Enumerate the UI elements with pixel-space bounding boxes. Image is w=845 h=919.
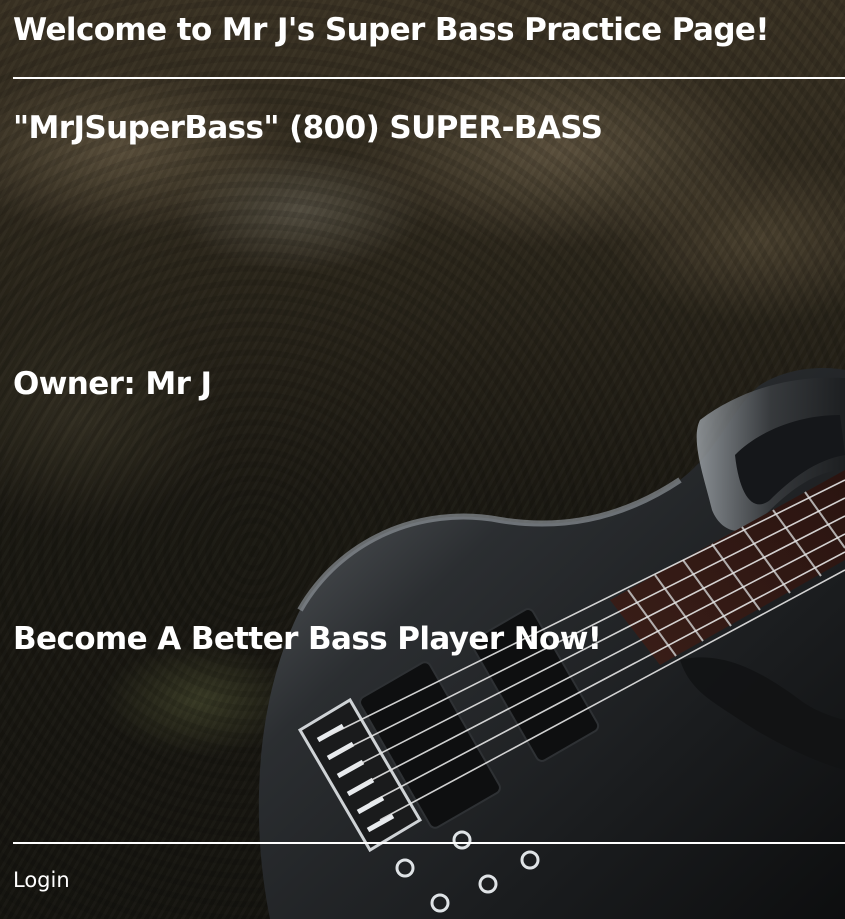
owner-line: Owner: Mr J bbox=[13, 366, 212, 402]
page-title: Welcome to Mr J's Super Bass Practice Pa… bbox=[13, 12, 769, 48]
tagline: Become A Better Bass Player Now! bbox=[13, 621, 602, 657]
footer-divider bbox=[13, 842, 845, 844]
login-link[interactable]: Login bbox=[13, 868, 70, 892]
header-divider bbox=[13, 77, 845, 79]
phone-line: "MrJSuperBass" (800) SUPER-BASS bbox=[13, 110, 603, 146]
